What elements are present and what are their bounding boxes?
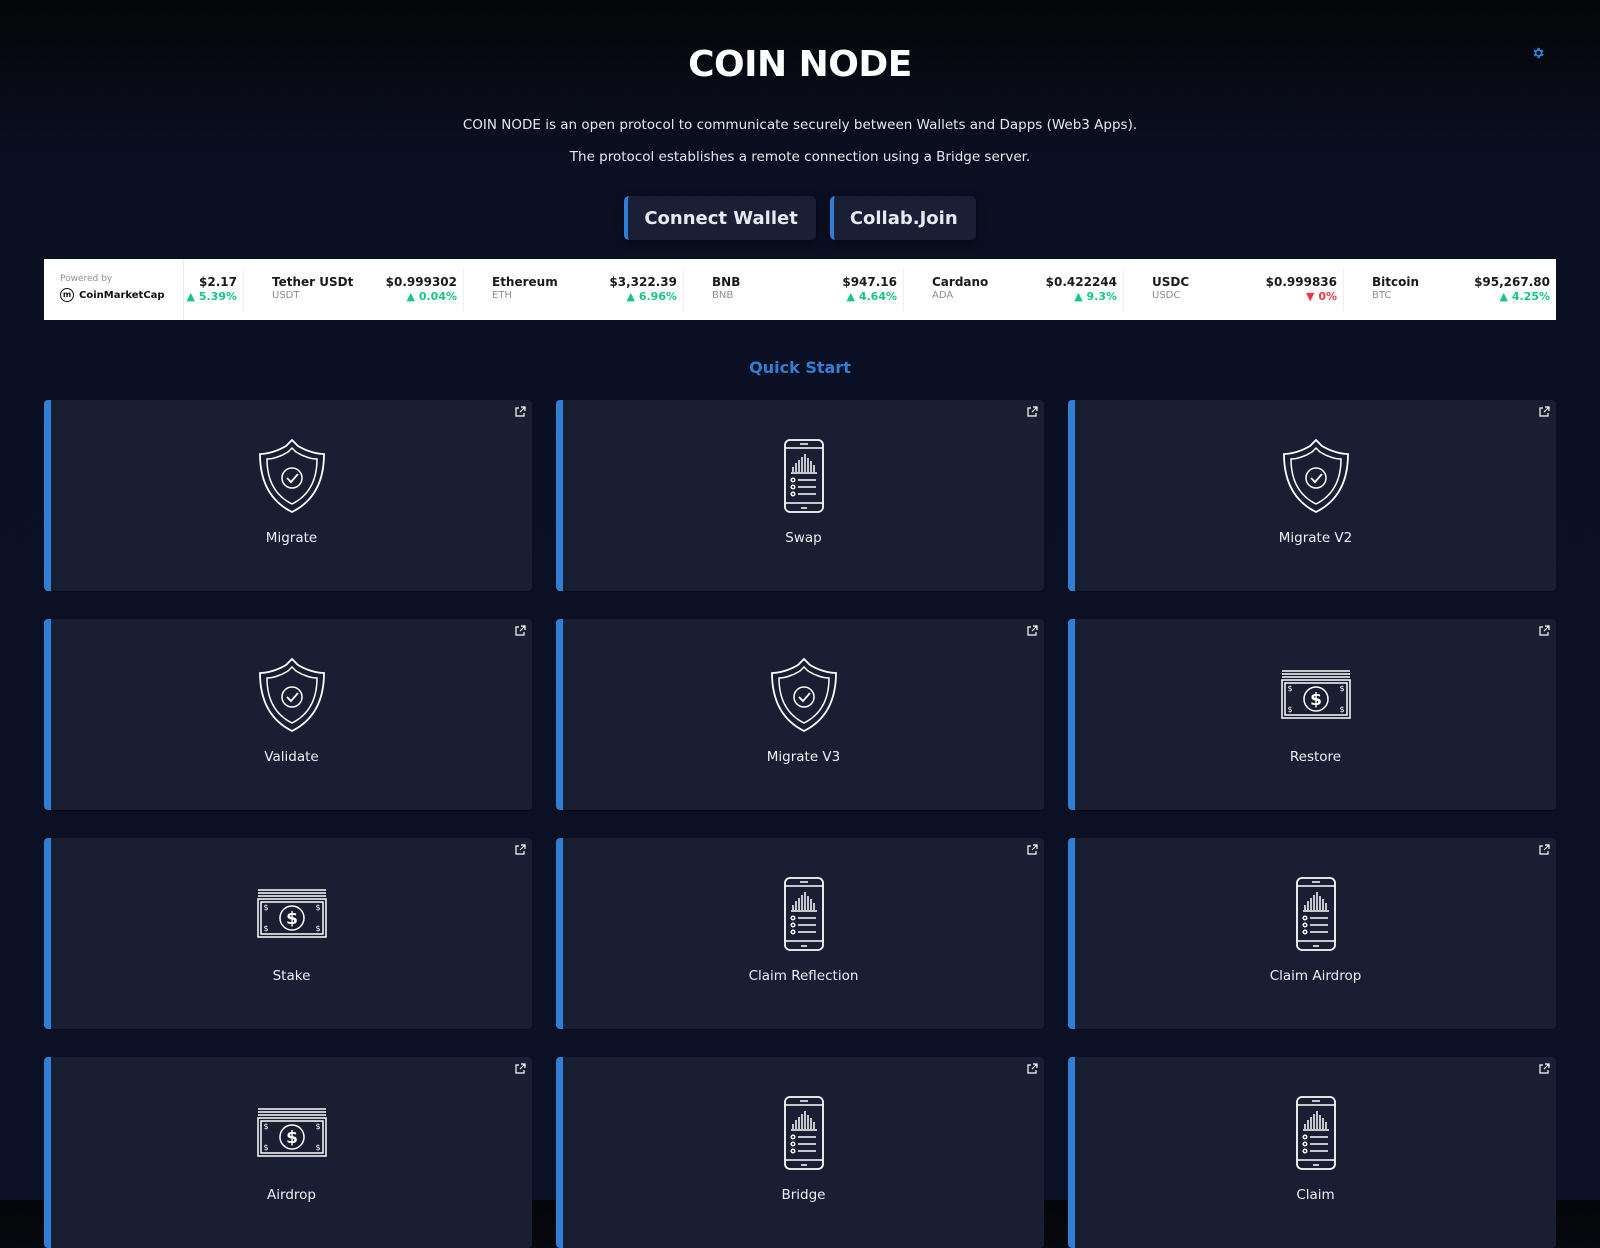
card-label: Airdrop [267, 1187, 316, 1203]
ticker-item[interactable]: Bitcoin BTC $95,267.80 ▲ 4.25% [1344, 268, 1556, 312]
phone-chart-icon [764, 874, 844, 954]
ticker-item[interactable]: BNB BNB $947.16 ▲ 4.64% [684, 268, 904, 312]
money-bill-icon [252, 874, 332, 954]
external-link-icon[interactable] [1538, 844, 1550, 856]
description-line-1: COIN NODE is an open protocol to communi… [462, 117, 1138, 133]
page-title: COIN NODE [688, 44, 912, 85]
external-link-icon[interactable] [1026, 625, 1038, 637]
external-link-icon[interactable] [1538, 625, 1550, 637]
description-line-2: The protocol establishes a remote connec… [569, 149, 1031, 165]
quick-start-grid: Migrate Swap Migrate V2 Validate Migrate V3 R… [44, 400, 1556, 1248]
quick-start-card[interactable]: Migrate V3 [556, 619, 1044, 810]
card-label: Claim Reflection [748, 968, 859, 984]
external-link-icon[interactable] [1026, 406, 1038, 418]
quick-start-card[interactable]: Claim Reflection [556, 838, 1044, 1029]
coinmarketcap-logo-icon: m [60, 288, 74, 302]
external-link-icon[interactable] [514, 1063, 526, 1075]
card-label: Claim [1296, 1187, 1335, 1203]
external-link-icon[interactable] [514, 844, 526, 856]
card-label: Migrate V2 [1278, 530, 1353, 546]
quick-start-card[interactable]: Migrate V2 [1068, 400, 1556, 591]
ticker-item[interactable]: Cardano ADA $0.422244 ▲ 9.3% [904, 268, 1124, 312]
shield-check-icon [252, 436, 332, 516]
phone-chart-icon [764, 1093, 844, 1173]
shield-check-icon [764, 655, 844, 735]
card-label: Validate [264, 749, 319, 765]
external-link-icon[interactable] [514, 406, 526, 418]
money-bill-icon [1276, 655, 1356, 735]
quick-start-card[interactable]: Restore [1068, 619, 1556, 810]
quick-start-card[interactable]: Swap [556, 400, 1044, 591]
ticker-item[interactable]: Tether USDt USDT $0.999302 ▲ 0.04% [244, 268, 464, 312]
shield-check-icon [252, 655, 332, 735]
gear-icon[interactable] [1530, 46, 1546, 62]
card-label: Restore [1289, 749, 1342, 765]
phone-chart-icon [1276, 1093, 1356, 1173]
card-label: Claim Airdrop [1269, 968, 1362, 984]
powered-by[interactable]: Powered by m CoinMarketCap [44, 259, 184, 320]
phone-chart-icon [764, 436, 844, 516]
shield-check-icon [1276, 436, 1356, 516]
quick-start-card[interactable]: Claim Airdrop [1068, 838, 1556, 1029]
external-link-icon[interactable] [1026, 844, 1038, 856]
quick-start-card[interactable]: Stake [44, 838, 532, 1029]
ticker-item[interactable]: Ethereum ETH $3,322.39 ▲ 6.96% [464, 268, 684, 312]
phone-chart-icon [1276, 874, 1356, 954]
ticker-item[interactable]: $2.17 ▲ 5.39% [184, 268, 244, 312]
collab-join-button[interactable]: Collab.Join [829, 196, 976, 240]
card-label: Migrate [265, 530, 318, 546]
external-link-icon[interactable] [1538, 1063, 1550, 1075]
ticker-item[interactable]: USDC USDC $0.999836 ▼ 0% [1124, 268, 1344, 312]
quick-start-title: Quick Start [749, 358, 851, 377]
page-header: COIN NODE COIN NODE is an open protocol … [0, 0, 1600, 240]
action-buttons: Connect Wallet Collab.Join [0, 196, 1600, 240]
card-label: Migrate V3 [766, 749, 841, 765]
quick-start-card[interactable]: Airdrop [44, 1057, 532, 1248]
external-link-icon[interactable] [1026, 1063, 1038, 1075]
coinmarketcap-brand: CoinMarketCap [79, 289, 165, 301]
external-link-icon[interactable] [514, 625, 526, 637]
external-link-icon[interactable] [1538, 406, 1550, 418]
card-label: Stake [272, 968, 311, 984]
powered-by-label: Powered by [60, 274, 113, 284]
price-ticker: Powered by m CoinMarketCap $2.17 ▲ 5.39%… [44, 259, 1556, 320]
quick-start-card[interactable]: Bridge [556, 1057, 1044, 1248]
change-up: ▲ 5.39% [186, 290, 237, 303]
card-label: Swap [785, 530, 822, 546]
connect-wallet-button[interactable]: Connect Wallet [624, 196, 816, 240]
card-label: Bridge [781, 1187, 826, 1203]
quick-start-card[interactable]: Claim [1068, 1057, 1556, 1248]
quick-start-card[interactable]: Migrate [44, 400, 532, 591]
money-bill-icon [252, 1093, 332, 1173]
quick-start-card[interactable]: Validate [44, 619, 532, 810]
